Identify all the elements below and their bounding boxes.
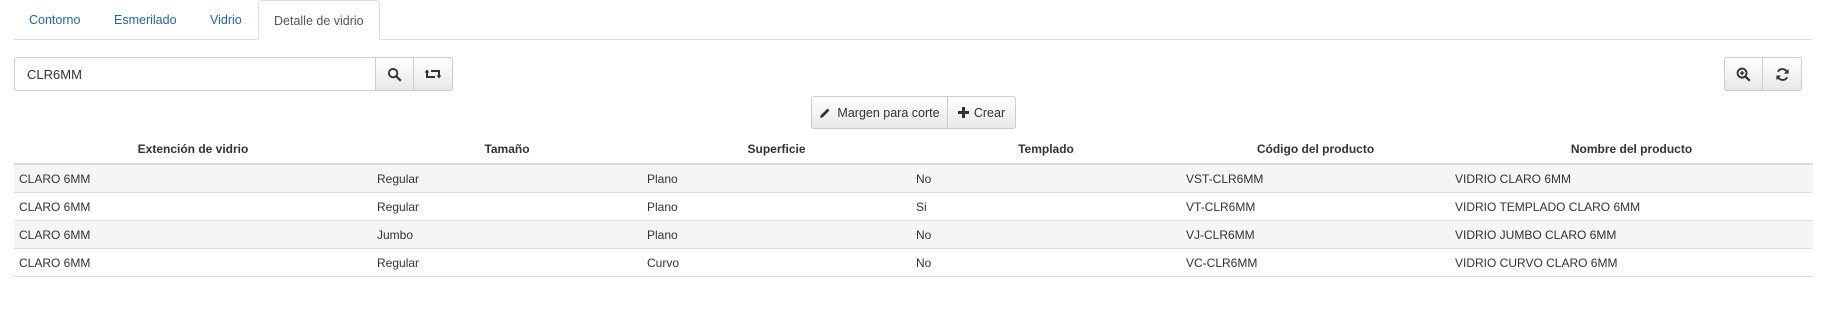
- table-cell: Regular: [372, 164, 642, 193]
- table-cell: No: [911, 220, 1181, 249]
- search-input[interactable]: [14, 57, 376, 91]
- reset-button[interactable]: [413, 57, 453, 91]
- table-cell: VIDRIO CLARO 6MM: [1450, 164, 1813, 193]
- table-cell: Si: [911, 192, 1181, 221]
- create-button[interactable]: Crear: [947, 96, 1016, 129]
- column-header-extension[interactable]: Extención de vidrio: [14, 135, 372, 165]
- table-row[interactable]: CLARO 6MM Regular Plano No VST-CLR6MM VI…: [14, 164, 1813, 193]
- table-cell: Plano: [642, 192, 911, 221]
- table-row[interactable]: CLARO 6MM Jumbo Plano No VJ-CLR6MM VIDRI…: [14, 220, 1813, 249]
- refresh-icon: [1775, 67, 1789, 81]
- column-header-product-name[interactable]: Nombre del producto: [1450, 135, 1813, 165]
- margin-for-cut-button[interactable]: Margen para corte: [811, 96, 948, 129]
- table-cell: CLARO 6MM: [14, 248, 372, 277]
- column-header-surface[interactable]: Superficie: [642, 135, 911, 165]
- column-header-size[interactable]: Tamaño: [372, 135, 642, 165]
- table-cell: CLARO 6MM: [14, 220, 372, 249]
- table-cell: Plano: [642, 220, 911, 249]
- create-label: Crear: [973, 105, 1006, 120]
- table-cell: Plano: [642, 164, 911, 193]
- table-cell: Regular: [372, 248, 642, 277]
- table-cell: VIDRIO JUMBO CLARO 6MM: [1450, 220, 1813, 249]
- table-cell: CLARO 6MM: [14, 192, 372, 221]
- plus-icon: [957, 107, 969, 118]
- column-header-tempered[interactable]: Templado: [911, 135, 1181, 165]
- tab-vidrio[interactable]: Vidrio: [195, 0, 257, 38]
- zoom-in-icon: [1736, 67, 1751, 81]
- tab-detalle-de-vidrio[interactable]: Detalle de vidrio: [258, 0, 380, 40]
- retweet-icon: [424, 69, 442, 79]
- table-cell: VST-CLR6MM: [1181, 164, 1450, 193]
- table-cell: Regular: [372, 192, 642, 221]
- table-header-row: Extención de vidrio Tamaño Superficie Te…: [14, 135, 1813, 165]
- table-row[interactable]: CLARO 6MM Regular Plano Si VT-CLR6MM VID…: [14, 192, 1813, 221]
- table-cell: VJ-CLR6MM: [1181, 220, 1450, 249]
- pencil-icon: [820, 108, 830, 118]
- margin-for-cut-label: Margen para corte: [837, 105, 940, 120]
- table-cell: Jumbo: [372, 220, 642, 249]
- table-cell: VT-CLR6MM: [1181, 192, 1450, 221]
- column-header-product-code[interactable]: Código del producto: [1181, 135, 1450, 165]
- tab-esmerilado[interactable]: Esmerilado: [99, 0, 192, 38]
- zoom-button[interactable]: [1724, 57, 1763, 91]
- refresh-button[interactable]: [1762, 57, 1802, 91]
- search-icon: [387, 67, 402, 81]
- table-row[interactable]: CLARO 6MM Regular Curvo No VC-CLR6MM VID…: [14, 248, 1813, 277]
- product-table: Extención de vidrio Tamaño Superficie Te…: [14, 135, 1813, 277]
- table-cell: VIDRIO CURVO CLARO 6MM: [1450, 248, 1813, 277]
- table-cell: Curvo: [642, 248, 911, 277]
- table-cell: No: [911, 248, 1181, 277]
- table-cell: VIDRIO TEMPLADO CLARO 6MM: [1450, 192, 1813, 221]
- table-cell: No: [911, 164, 1181, 193]
- table-cell: CLARO 6MM: [14, 164, 372, 193]
- tab-bar: Contorno Esmerilado Vidrio Detalle de vi…: [14, 0, 1813, 40]
- table-cell: VC-CLR6MM: [1181, 248, 1450, 277]
- tab-contorno[interactable]: Contorno: [14, 0, 95, 38]
- search-button[interactable]: [375, 57, 414, 91]
